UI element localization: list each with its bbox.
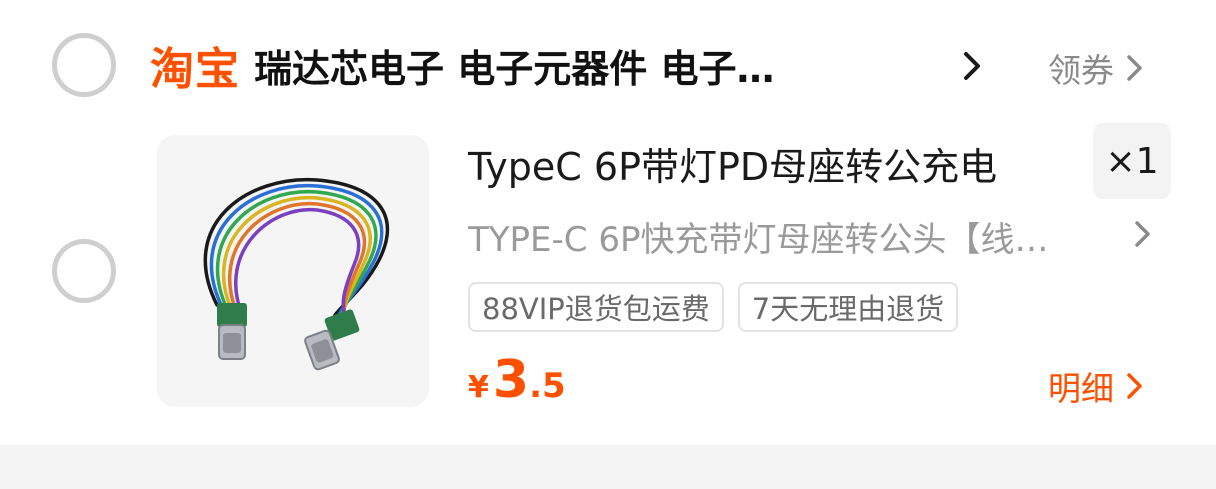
product-image-cable (203, 177, 390, 371)
chevron-right-icon[interactable] (958, 46, 988, 86)
service-tag: 7天无理由退货 (737, 282, 959, 332)
product-title[interactable]: TypeC 6P带灯PD母座转公充电 (468, 136, 1078, 191)
service-tags: 88VIP退货包运费 7天无理由退货 (468, 282, 972, 332)
chevron-right-icon (1127, 55, 1142, 81)
price-integer: 3 (492, 350, 530, 410)
item-select-radio[interactable] (52, 239, 116, 303)
price-decimal: .5 (529, 366, 566, 406)
shop-name[interactable]: 瑞达芯电子 电子元器件 电子… (254, 38, 914, 93)
shop-header[interactable]: 淘宝 瑞达芯电子 电子元器件 电子… 领券 (150, 30, 1180, 100)
price-detail-label: 明细 (1048, 369, 1114, 408)
page-background-strip (0, 445, 1216, 489)
service-tag: 88VIP退货包运费 (468, 282, 724, 332)
chevron-right-icon[interactable] (1130, 216, 1156, 252)
product-thumbnail[interactable] (157, 135, 429, 407)
price-detail-button[interactable]: 明细 (1048, 362, 1148, 410)
coupon-label: 领券 (1048, 51, 1114, 90)
taobao-logo: 淘宝 (150, 44, 240, 95)
quantity-badge[interactable]: ×1 (1093, 123, 1171, 199)
price-currency: ¥ (468, 370, 489, 405)
item-price: ¥ 3 .5 (468, 350, 566, 410)
chevron-right-icon (1127, 373, 1142, 399)
shop-select-radio[interactable] (52, 33, 116, 97)
coupon-button[interactable]: 领券 (1048, 44, 1148, 92)
cart-shop-card: 淘宝 瑞达芯电子 电子元器件 电子… 领券 TypeC 6P带灯PD母座转公充电… (0, 0, 1216, 445)
sku-selector[interactable]: TYPE-C 6P快充带灯母座转公头【线… (468, 212, 1128, 261)
